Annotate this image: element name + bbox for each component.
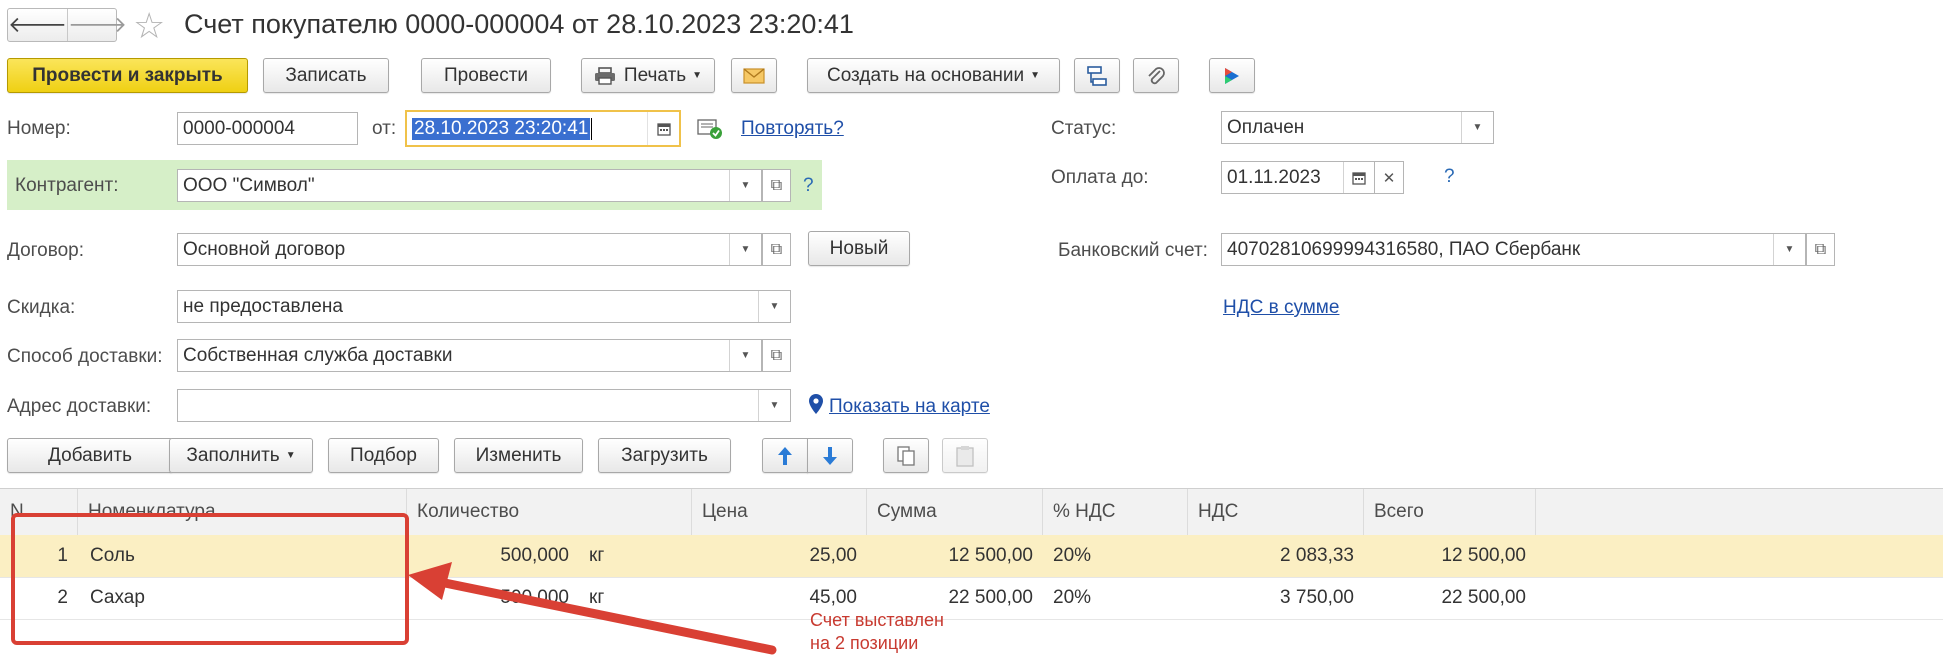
annotation-arrow-icon (408, 562, 777, 655)
annotation-line-1: Счет выставлен (810, 610, 944, 630)
annotation-text: Счет выставлен на 2 позиции (810, 609, 944, 655)
annotation-line-2: на 2 позиции (810, 633, 919, 653)
